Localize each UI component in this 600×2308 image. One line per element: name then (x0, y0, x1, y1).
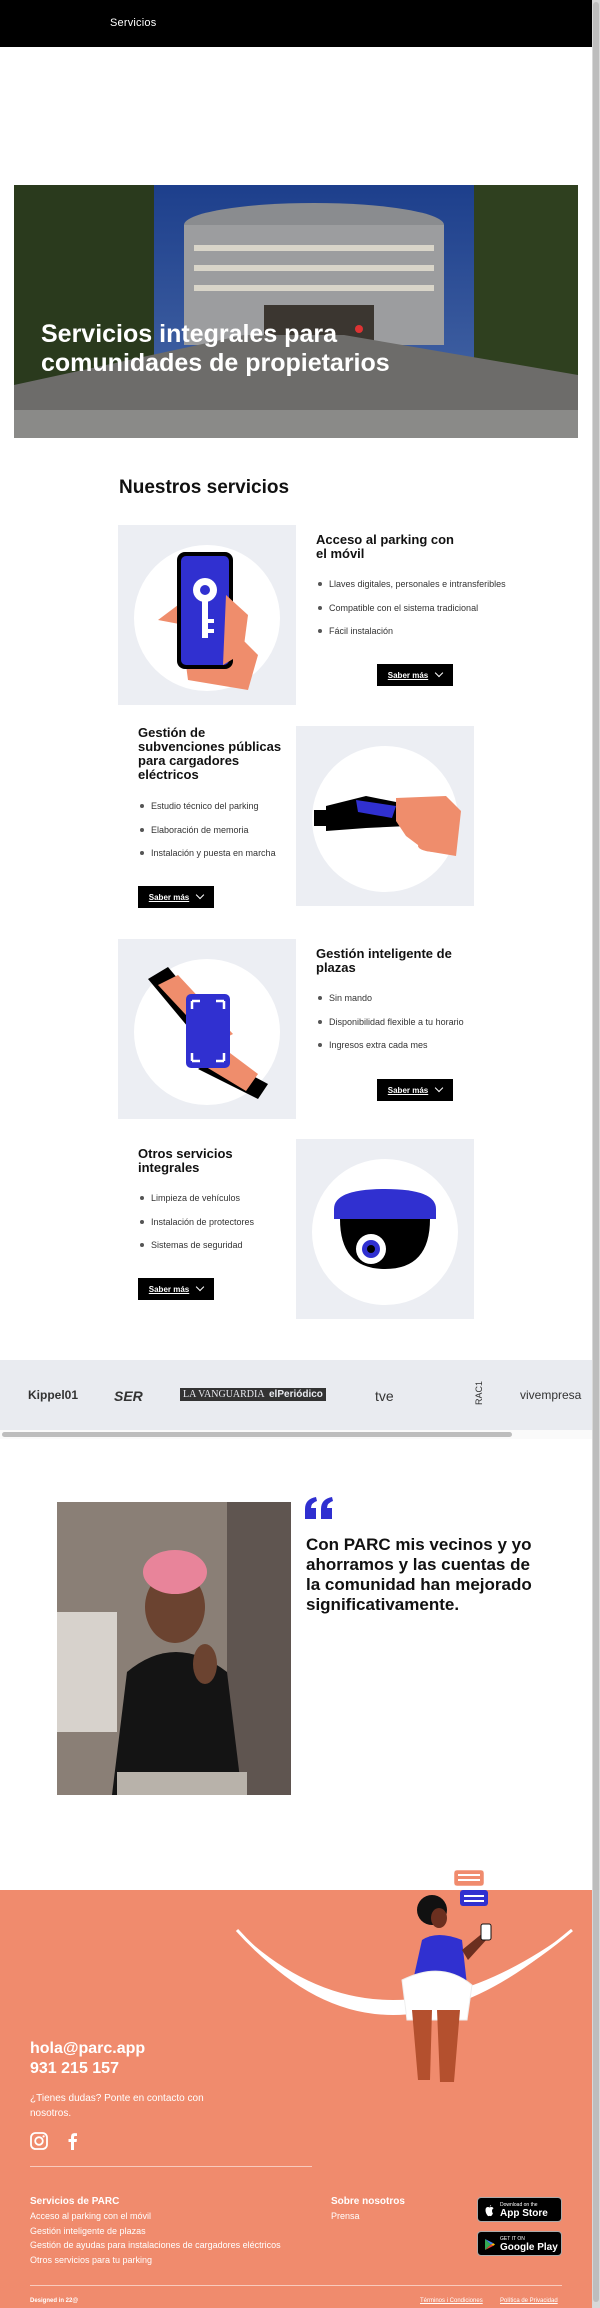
service-1-bullet: Fácil instalación (316, 626, 506, 650)
footer-terms-link[interactable]: Términos i Condiciones (420, 2298, 483, 2304)
service-2-illustration (296, 726, 474, 906)
press-logos-strip: Kippel01 SER LA VANGUARDIA elPeriódico t… (0, 1360, 592, 1430)
footer-privacy-link[interactable]: Política de Privacidad (500, 2298, 558, 2304)
hero-photo (14, 185, 578, 438)
service-2-bullet: Estudio técnico del parking (138, 801, 276, 825)
chevron-down-icon (195, 1282, 205, 1292)
google-play-icon (485, 2239, 495, 2250)
app-store-label: App Store (500, 2208, 548, 2219)
service-3-illustration (118, 939, 296, 1119)
footer-services-links: Acceso al parking con el móvil Gestión i… (30, 2211, 281, 2269)
hero-banner: Servicios integrales para comunidades de… (14, 185, 578, 438)
service-2-title: Gestión de subvenciones públicas para ca… (138, 725, 282, 782)
chevron-down-icon (434, 1083, 444, 1093)
more-button-label: Saber más (387, 670, 429, 680)
press-logo[interactable]: RAC1 (474, 1381, 484, 1405)
service-3-bullet: Sin mando (316, 993, 464, 1017)
service-3-bullets: Sin mando Disponibilidad flexible a tu h… (316, 993, 464, 1064)
instagram-icon[interactable] (30, 2132, 48, 2150)
footer-divider (30, 2166, 312, 2167)
service-1-bullet: Compatible con el sistema tradicional (316, 603, 506, 627)
top-nav: Servicios (0, 0, 600, 47)
more-button-label: Saber más (148, 892, 190, 902)
service-3-more-button[interactable]: Saber más (377, 1079, 453, 1101)
quote-icon (305, 1497, 333, 1519)
nav-link-servicios[interactable]: Servicios (110, 17, 156, 29)
press-logo[interactable]: LA VANGUARDIA (180, 1388, 268, 1401)
google-play-label: Google Play (500, 2242, 558, 2253)
services-section-title: Nuestros servicios (119, 477, 290, 498)
footer-link[interactable]: Otros servicios para tu parking (30, 2255, 281, 2270)
service-3-bullet: Disponibilidad flexible a tu horario (316, 1017, 464, 1041)
service-2-bullets: Estudio técnico del parking Elaboración … (138, 801, 276, 872)
footer-help-text: ¿Tienes dudas? Ponte en contacto con nos… (30, 2093, 204, 2119)
press-logo[interactable]: tve (375, 1388, 394, 1404)
footer-services-title: Servicios de PARC (30, 2196, 120, 2207)
footer-designed-text: Designed in 22@ (30, 2298, 79, 2304)
footer-link[interactable]: Gestión de ayudas para instalaciones de … (30, 2240, 281, 2255)
google-play-button[interactable]: GET IT ON Google Play (477, 2231, 562, 2256)
more-button-label: Saber más (148, 1284, 190, 1294)
service-1-bullet: Llaves digitales, personales e intransfe… (316, 579, 506, 603)
footer-link[interactable]: Acceso al parking con el móvil (30, 2211, 281, 2226)
service-3-bullet: Ingresos extra cada mes (316, 1040, 464, 1064)
footer: hola@parc.app 931 215 157 ¿Tienes dudas?… (0, 1869, 592, 2308)
hammock-illustration (235, 1869, 573, 2082)
footer-link-prensa[interactable]: Prensa (331, 2211, 360, 2226)
testimonial-quote: Con PARC mis vecinos y yo ahorramos y la… (306, 1535, 532, 1614)
press-logo[interactable]: elPeriódico (266, 1388, 326, 1401)
service-4-bullets: Limpieza de vehículos Instalación de pro… (138, 1193, 254, 1264)
footer-link[interactable]: Gestión inteligente de plazas (30, 2226, 281, 2241)
service-1-bullets: Llaves digitales, personales e intransfe… (316, 579, 506, 650)
footer-about-links: Prensa (331, 2211, 360, 2226)
footer-phone-link[interactable]: 931 215 157 (30, 2060, 119, 2078)
service-3-title: Gestión inteligente de plazas (316, 946, 452, 975)
service-4-more-button[interactable]: Saber más (138, 1278, 214, 1300)
footer-email-link[interactable]: hola@parc.app (30, 2040, 145, 2058)
service-1-title: Acceso al parking con el móvil (316, 532, 454, 561)
press-logo[interactable]: SER (114, 1388, 143, 1404)
service-4-bullet: Sistemas de seguridad (138, 1240, 254, 1264)
service-4-illustration (296, 1139, 474, 1319)
service-2-bullet: Instalación y puesta en marcha (138, 848, 276, 872)
service-4-bullet: Limpieza de vehículos (138, 1193, 254, 1217)
service-2-bullet: Elaboración de memoria (138, 825, 276, 849)
testimonial-photo (57, 1502, 291, 1795)
chevron-down-icon (195, 890, 205, 900)
service-1-illustration (118, 525, 296, 705)
service-1-more-button[interactable]: Saber más (377, 664, 453, 686)
hero-title: Servicios integrales para comunidades de… (41, 320, 390, 377)
press-logo[interactable]: vivempresa (520, 1388, 581, 1402)
horizontal-scrollbar[interactable] (0, 1430, 592, 1439)
facebook-icon[interactable] (64, 2132, 82, 2150)
vertical-scrollbar[interactable] (592, 0, 600, 2308)
footer-about-title: Sobre nosotros (331, 2196, 405, 2207)
apple-icon (485, 2205, 494, 2217)
app-store-button[interactable]: Download on the App Store (477, 2197, 562, 2222)
service-4-title: Otros servicios integrales (138, 1146, 233, 1175)
service-4-bullet: Instalación de protectores (138, 1217, 254, 1241)
footer-bottom-divider (30, 2285, 562, 2286)
press-logo[interactable]: Kippel01 (28, 1388, 78, 1402)
service-2-more-button[interactable]: Saber más (138, 886, 214, 908)
more-button-label: Saber más (387, 1085, 429, 1095)
chevron-down-icon (434, 668, 444, 678)
